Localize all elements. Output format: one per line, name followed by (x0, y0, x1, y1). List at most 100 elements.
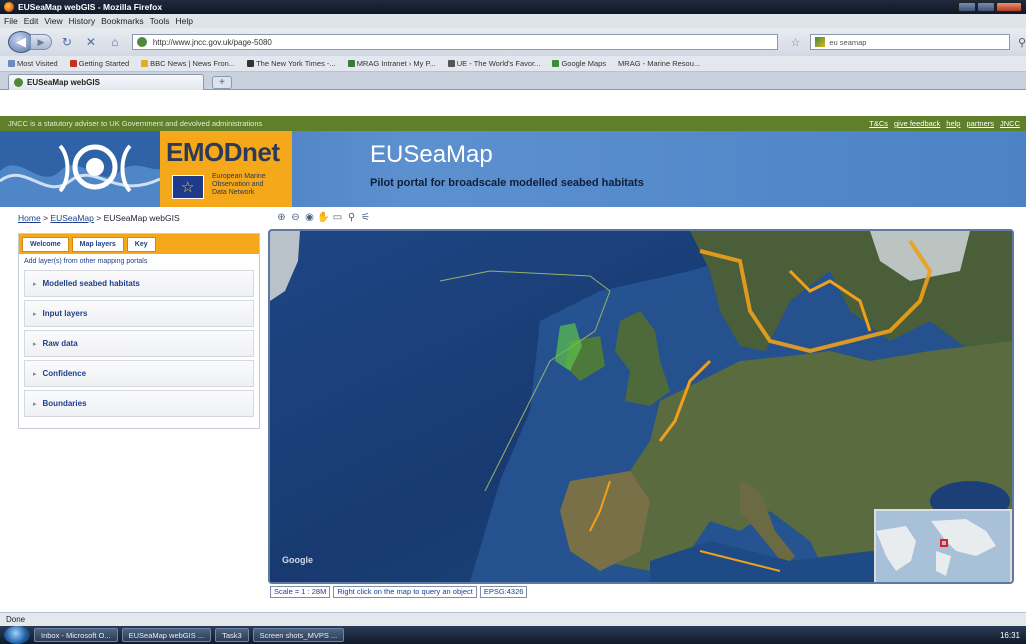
forward-button[interactable]: ▶ (29, 34, 52, 50)
minimize-button[interactable] (958, 2, 976, 12)
emodnet-waves-logo-icon (0, 131, 160, 207)
start-button[interactable] (4, 626, 30, 644)
window-title: EUSeaMap webGIS - Mozilla Firefox (18, 2, 163, 12)
url-text: http://www.jncc.gov.uk/page-5080 (152, 37, 272, 47)
bookmark-item[interactable]: Most Visited (8, 59, 58, 68)
taskbar-item-screenshots[interactable]: Screen shots_MVPS ... (252, 628, 345, 642)
layer-group-boundaries[interactable]: ▸ Boundaries (24, 390, 254, 417)
link-terms[interactable]: T&Cs (869, 119, 888, 128)
bookmark-star-icon[interactable]: ☆ (790, 36, 800, 49)
link-help[interactable]: help (946, 119, 960, 128)
link-jncc[interactable]: JNCC (1000, 119, 1020, 128)
map-status-bar: Scale = 1 : 28M Right click on the map t… (270, 585, 528, 598)
tab-welcome[interactable]: Welcome (22, 236, 69, 252)
reload-icon[interactable]: ↻ (58, 35, 76, 49)
expand-icon: ▸ (33, 370, 37, 378)
close-button[interactable] (996, 2, 1022, 12)
link-partners[interactable]: partners (966, 119, 994, 128)
nyt-icon (247, 60, 255, 67)
expand-icon: ▸ (33, 280, 37, 288)
bookmark-item[interactable]: BBC News | News Fron... (141, 59, 235, 68)
intranet-icon (347, 60, 355, 67)
expand-icon: ▸ (33, 400, 37, 408)
window-controls (958, 2, 1022, 12)
firefox-bookmark-icon (69, 60, 77, 67)
search-value: eu seamap (829, 37, 867, 47)
menu-file[interactable]: File (4, 16, 18, 26)
taskbar-clock: 16:31 (999, 630, 1020, 640)
layer-group-raw-data[interactable]: ▸ Raw data (24, 330, 254, 357)
measure-icon[interactable]: ⚟ (360, 212, 371, 223)
address-bar[interactable]: http://www.jncc.gov.uk/page-5080 (131, 34, 779, 50)
breadcrumb-current: EUSeaMap webGIS (103, 213, 180, 223)
expand-icon: ▸ (33, 310, 37, 318)
taskbar-item-outlook[interactable]: Inbox - Microsoft O... (34, 628, 118, 642)
breadcrumb-euseamap[interactable]: EUSeaMap (50, 213, 93, 223)
query-icon[interactable]: ⚲ (346, 212, 357, 223)
add-layers-link[interactable]: Add layer(s) from other mapping portals (19, 254, 259, 267)
google-logo: Google (282, 555, 313, 565)
emodnet-logo-subtitle: European Marine Observation and Data Net… (212, 173, 266, 196)
layer-group-input-layers[interactable]: ▸ Input layers (24, 300, 254, 327)
globe-icon[interactable]: ◉ (304, 212, 315, 223)
print-icon[interactable]: ▭ (332, 212, 343, 223)
menu-bookmarks[interactable]: Bookmarks (101, 16, 144, 26)
bookmark-item[interactable]: Google Maps (552, 59, 606, 68)
home-icon[interactable]: ⌂ (106, 35, 124, 49)
page-subtitle: Pilot portal for broadscale modelled sea… (370, 177, 644, 189)
site-header: EMODnet European Marine Observation and … (0, 131, 1026, 207)
map-projection: EPSG:4326 (479, 585, 528, 598)
search-input[interactable]: eu seamap (810, 34, 1010, 50)
menu-edit[interactable]: Edit (24, 16, 39, 26)
overview-extent-marker[interactable] (940, 539, 948, 547)
menu-help[interactable]: Help (175, 16, 192, 26)
tab-map-layers[interactable]: Map layers (71, 236, 124, 252)
emodnet-logo-text: EMODnet (166, 137, 280, 167)
panel-tabs: Welcome Map layers Key (19, 234, 259, 254)
taskbar-item-firefox[interactable]: EUSeaMap webGIS ... (121, 628, 212, 642)
tab-bar: EUSeaMap webGIS + (0, 72, 1026, 90)
taskbar-item-task3[interactable]: Task3 (215, 628, 249, 642)
link-feedback[interactable]: give feedback (894, 119, 940, 128)
zoom-out-icon[interactable]: ⊖ (290, 212, 301, 223)
tab-key[interactable]: Key (126, 236, 156, 252)
bookmark-item[interactable]: MRAG Intranet › My P... (347, 59, 436, 68)
window-title-bar: EUSeaMap webGIS - Mozilla Firefox (0, 0, 1026, 14)
bookmark-item[interactable]: MRAG - Marine Resou... (618, 59, 700, 68)
menu-bar: File Edit View History Bookmarks Tools H… (0, 14, 1026, 28)
bookmark-item[interactable]: UE - The World's Favor... (447, 59, 540, 68)
browser-status-bar: Done (0, 612, 1026, 626)
layer-group-confidence[interactable]: ▸ Confidence (24, 360, 254, 387)
bookmark-item[interactable]: Getting Started (69, 59, 129, 68)
menu-tools[interactable]: Tools (150, 16, 170, 26)
overview-map-image (876, 511, 1010, 582)
menu-history[interactable]: History (69, 16, 95, 26)
jncc-links: T&Cs give feedback help partners JNCC (869, 119, 1020, 128)
map-viewport[interactable]: Google (268, 229, 1014, 584)
map-hint: Right click on the map to query an objec… (333, 585, 477, 598)
bookmark-item[interactable]: The New York Times -... (247, 59, 336, 68)
expand-icon: ▸ (33, 340, 37, 348)
windows-taskbar: Inbox - Microsoft O... EUSeaMap webGIS .… (0, 626, 1026, 644)
map-scale: Scale = 1 : 28M (270, 585, 331, 598)
pan-icon[interactable]: ✋ (317, 212, 329, 223)
maximize-button[interactable] (977, 2, 995, 12)
breadcrumb-home[interactable]: Home (18, 213, 41, 223)
search-icon[interactable]: ⚲ (1018, 36, 1026, 49)
map-toolbar: ⊕ ⊖ ◉ ✋ ▭ ⚲ ⚟ (276, 212, 371, 223)
stop-icon[interactable]: ✕ (82, 35, 100, 49)
layer-group-modelled-seabed-habitats[interactable]: ▸ Modelled seabed habitats (24, 270, 254, 297)
new-tab-button[interactable]: + (212, 76, 232, 89)
zoom-in-icon[interactable]: ⊕ (276, 212, 287, 223)
site-favicon-icon (136, 37, 147, 47)
rss-icon (141, 60, 149, 67)
bookmark-folder-icon (8, 60, 15, 67)
layers-panel: Welcome Map layers Key Add layer(s) from… (18, 233, 260, 429)
tab-euseamap[interactable]: EUSeaMap webGIS (8, 74, 204, 90)
overview-map[interactable] (874, 509, 1012, 582)
search-engine-icon[interactable] (815, 37, 826, 47)
bookmarks-toolbar: Most Visited Getting Started BBC News | … (0, 56, 1026, 72)
emodnet-logo[interactable]: EMODnet European Marine Observation and … (160, 131, 292, 207)
tab-favicon-icon (14, 78, 23, 87)
menu-view[interactable]: View (44, 16, 62, 26)
